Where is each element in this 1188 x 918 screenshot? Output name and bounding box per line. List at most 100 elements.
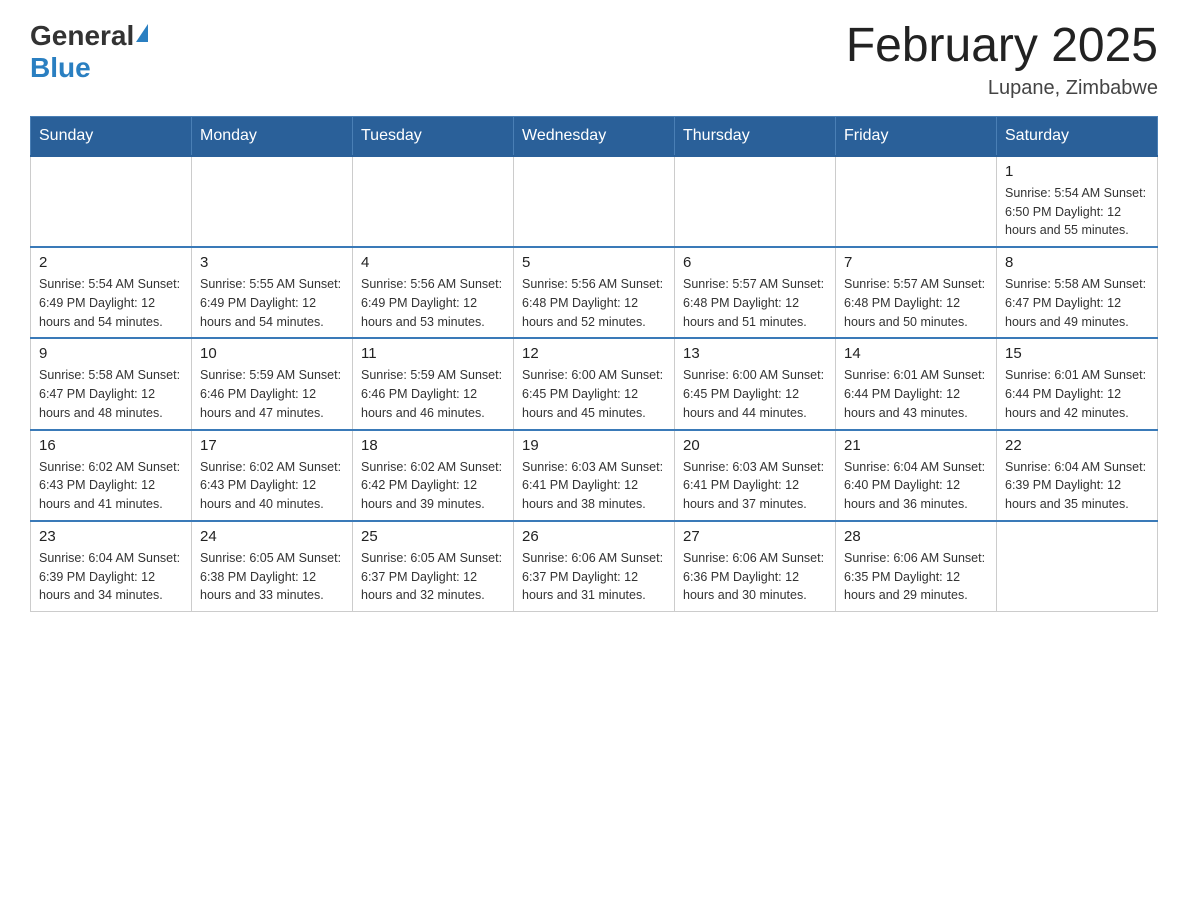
day-info: Sunrise: 5:57 AM Sunset: 6:48 PM Dayligh…: [844, 275, 988, 331]
calendar-cell: 17 Sunrise: 6:02 AM Sunset: 6:43 PM Dayli…: [192, 430, 353, 521]
title-area: February 2025 Lupane, Zimbabwe: [846, 20, 1158, 100]
calendar-cell: [997, 521, 1158, 612]
location-subtitle: Lupane, Zimbabwe: [846, 77, 1158, 100]
day-number: 7: [844, 254, 988, 271]
day-number: 1: [1005, 163, 1149, 180]
calendar-cell: 20 Sunrise: 6:03 AM Sunset: 6:41 PM Dayli…: [675, 430, 836, 521]
day-number: 12: [522, 345, 666, 362]
calendar-cell: 25 Sunrise: 6:05 AM Sunset: 6:37 PM Dayli…: [353, 521, 514, 612]
calendar-cell: 26 Sunrise: 6:06 AM Sunset: 6:37 PM Dayli…: [514, 521, 675, 612]
day-number: 20: [683, 437, 827, 454]
calendar-cell: 22 Sunrise: 6:04 AM Sunset: 6:39 PM Dayli…: [997, 430, 1158, 521]
logo: General Blue: [30, 20, 148, 84]
day-number: 2: [39, 254, 183, 271]
calendar-cell: 13 Sunrise: 6:00 AM Sunset: 6:45 PM Dayli…: [675, 338, 836, 429]
day-number: 19: [522, 437, 666, 454]
day-info: Sunrise: 6:03 AM Sunset: 6:41 PM Dayligh…: [683, 458, 827, 514]
day-number: 5: [522, 254, 666, 271]
day-info: Sunrise: 6:02 AM Sunset: 6:42 PM Dayligh…: [361, 458, 505, 514]
day-number: 9: [39, 345, 183, 362]
day-info: Sunrise: 6:00 AM Sunset: 6:45 PM Dayligh…: [683, 366, 827, 422]
day-number: 25: [361, 528, 505, 545]
day-number: 27: [683, 528, 827, 545]
calendar-header-tuesday: Tuesday: [353, 116, 514, 156]
calendar-week-row: 9 Sunrise: 5:58 AM Sunset: 6:47 PM Daylig…: [31, 338, 1158, 429]
day-number: 14: [844, 345, 988, 362]
day-number: 4: [361, 254, 505, 271]
day-info: Sunrise: 5:58 AM Sunset: 6:47 PM Dayligh…: [1005, 275, 1149, 331]
calendar-cell: 1Sunrise: 5:54 AM Sunset: 6:50 PM Daylig…: [997, 156, 1158, 247]
day-number: 6: [683, 254, 827, 271]
day-number: 23: [39, 528, 183, 545]
logo-general-text: General: [30, 20, 134, 52]
calendar-cell: 12 Sunrise: 6:00 AM Sunset: 6:45 PM Dayli…: [514, 338, 675, 429]
day-number: 17: [200, 437, 344, 454]
calendar-week-row: 23Sunrise: 6:04 AM Sunset: 6:39 PM Dayli…: [31, 521, 1158, 612]
calendar-header-friday: Friday: [836, 116, 997, 156]
day-info: Sunrise: 5:57 AM Sunset: 6:48 PM Dayligh…: [683, 275, 827, 331]
calendar-cell: 28Sunrise: 6:06 AM Sunset: 6:35 PM Dayli…: [836, 521, 997, 612]
day-number: 21: [844, 437, 988, 454]
day-number: 10: [200, 345, 344, 362]
day-info: Sunrise: 6:05 AM Sunset: 6:38 PM Dayligh…: [200, 549, 344, 605]
calendar-cell: 27 Sunrise: 6:06 AM Sunset: 6:36 PM Dayli…: [675, 521, 836, 612]
day-info: Sunrise: 6:00 AM Sunset: 6:45 PM Dayligh…: [522, 366, 666, 422]
calendar-header-thursday: Thursday: [675, 116, 836, 156]
day-number: 26: [522, 528, 666, 545]
calendar-cell: 19 Sunrise: 6:03 AM Sunset: 6:41 PM Dayli…: [514, 430, 675, 521]
calendar-header-monday: Monday: [192, 116, 353, 156]
calendar-cell: [31, 156, 192, 247]
day-info: Sunrise: 6:05 AM Sunset: 6:37 PM Dayligh…: [361, 549, 505, 605]
day-info: Sunrise: 6:04 AM Sunset: 6:40 PM Dayligh…: [844, 458, 988, 514]
calendar-cell: [675, 156, 836, 247]
calendar-cell: 16Sunrise: 6:02 AM Sunset: 6:43 PM Dayli…: [31, 430, 192, 521]
day-info: Sunrise: 5:59 AM Sunset: 6:46 PM Dayligh…: [361, 366, 505, 422]
page-header: General Blue February 2025 Lupane, Zimba…: [30, 20, 1158, 100]
month-title: February 2025: [846, 20, 1158, 73]
day-number: 24: [200, 528, 344, 545]
day-info: Sunrise: 5:58 AM Sunset: 6:47 PM Dayligh…: [39, 366, 183, 422]
day-info: Sunrise: 6:01 AM Sunset: 6:44 PM Dayligh…: [1005, 366, 1149, 422]
calendar-cell: 4Sunrise: 5:56 AM Sunset: 6:49 PM Daylig…: [353, 247, 514, 338]
calendar-week-row: 1Sunrise: 5:54 AM Sunset: 6:50 PM Daylig…: [31, 156, 1158, 247]
calendar-cell: [514, 156, 675, 247]
calendar-header-wednesday: Wednesday: [514, 116, 675, 156]
day-info: Sunrise: 5:59 AM Sunset: 6:46 PM Dayligh…: [200, 366, 344, 422]
day-number: 3: [200, 254, 344, 271]
calendar-cell: [353, 156, 514, 247]
day-number: 22: [1005, 437, 1149, 454]
calendar-cell: 3 Sunrise: 5:55 AM Sunset: 6:49 PM Daylig…: [192, 247, 353, 338]
calendar-header-saturday: Saturday: [997, 116, 1158, 156]
calendar-cell: 14Sunrise: 6:01 AM Sunset: 6:44 PM Dayli…: [836, 338, 997, 429]
day-info: Sunrise: 5:55 AM Sunset: 6:49 PM Dayligh…: [200, 275, 344, 331]
day-number: 18: [361, 437, 505, 454]
calendar-cell: 5 Sunrise: 5:56 AM Sunset: 6:48 PM Daylig…: [514, 247, 675, 338]
day-info: Sunrise: 6:03 AM Sunset: 6:41 PM Dayligh…: [522, 458, 666, 514]
day-number: 13: [683, 345, 827, 362]
calendar-cell: 6 Sunrise: 5:57 AM Sunset: 6:48 PM Daylig…: [675, 247, 836, 338]
calendar-week-row: 2 Sunrise: 5:54 AM Sunset: 6:49 PM Daylig…: [31, 247, 1158, 338]
day-number: 28: [844, 528, 988, 545]
calendar-cell: 23Sunrise: 6:04 AM Sunset: 6:39 PM Dayli…: [31, 521, 192, 612]
day-number: 15: [1005, 345, 1149, 362]
calendar-header-row: SundayMondayTuesdayWednesdayThursdayFrid…: [31, 116, 1158, 156]
calendar-cell: 24 Sunrise: 6:05 AM Sunset: 6:38 PM Dayli…: [192, 521, 353, 612]
calendar-cell: 8 Sunrise: 5:58 AM Sunset: 6:47 PM Daylig…: [997, 247, 1158, 338]
day-info: Sunrise: 5:56 AM Sunset: 6:48 PM Dayligh…: [522, 275, 666, 331]
day-info: Sunrise: 6:06 AM Sunset: 6:37 PM Dayligh…: [522, 549, 666, 605]
calendar-cell: 9 Sunrise: 5:58 AM Sunset: 6:47 PM Daylig…: [31, 338, 192, 429]
day-info: Sunrise: 6:02 AM Sunset: 6:43 PM Dayligh…: [200, 458, 344, 514]
day-info: Sunrise: 6:04 AM Sunset: 6:39 PM Dayligh…: [1005, 458, 1149, 514]
day-number: 11: [361, 345, 505, 362]
calendar-cell: 10 Sunrise: 5:59 AM Sunset: 6:46 PM Dayli…: [192, 338, 353, 429]
day-info: Sunrise: 6:06 AM Sunset: 6:36 PM Dayligh…: [683, 549, 827, 605]
day-info: Sunrise: 5:54 AM Sunset: 6:49 PM Dayligh…: [39, 275, 183, 331]
calendar-cell: [192, 156, 353, 247]
logo-blue-text: Blue: [30, 52, 91, 84]
calendar-cell: 2 Sunrise: 5:54 AM Sunset: 6:49 PM Daylig…: [31, 247, 192, 338]
calendar-header-sunday: Sunday: [31, 116, 192, 156]
day-number: 8: [1005, 254, 1149, 271]
calendar-table: SundayMondayTuesdayWednesdayThursdayFrid…: [30, 116, 1158, 612]
calendar-cell: 7 Sunrise: 5:57 AM Sunset: 6:48 PM Daylig…: [836, 247, 997, 338]
day-info: Sunrise: 6:02 AM Sunset: 6:43 PM Dayligh…: [39, 458, 183, 514]
